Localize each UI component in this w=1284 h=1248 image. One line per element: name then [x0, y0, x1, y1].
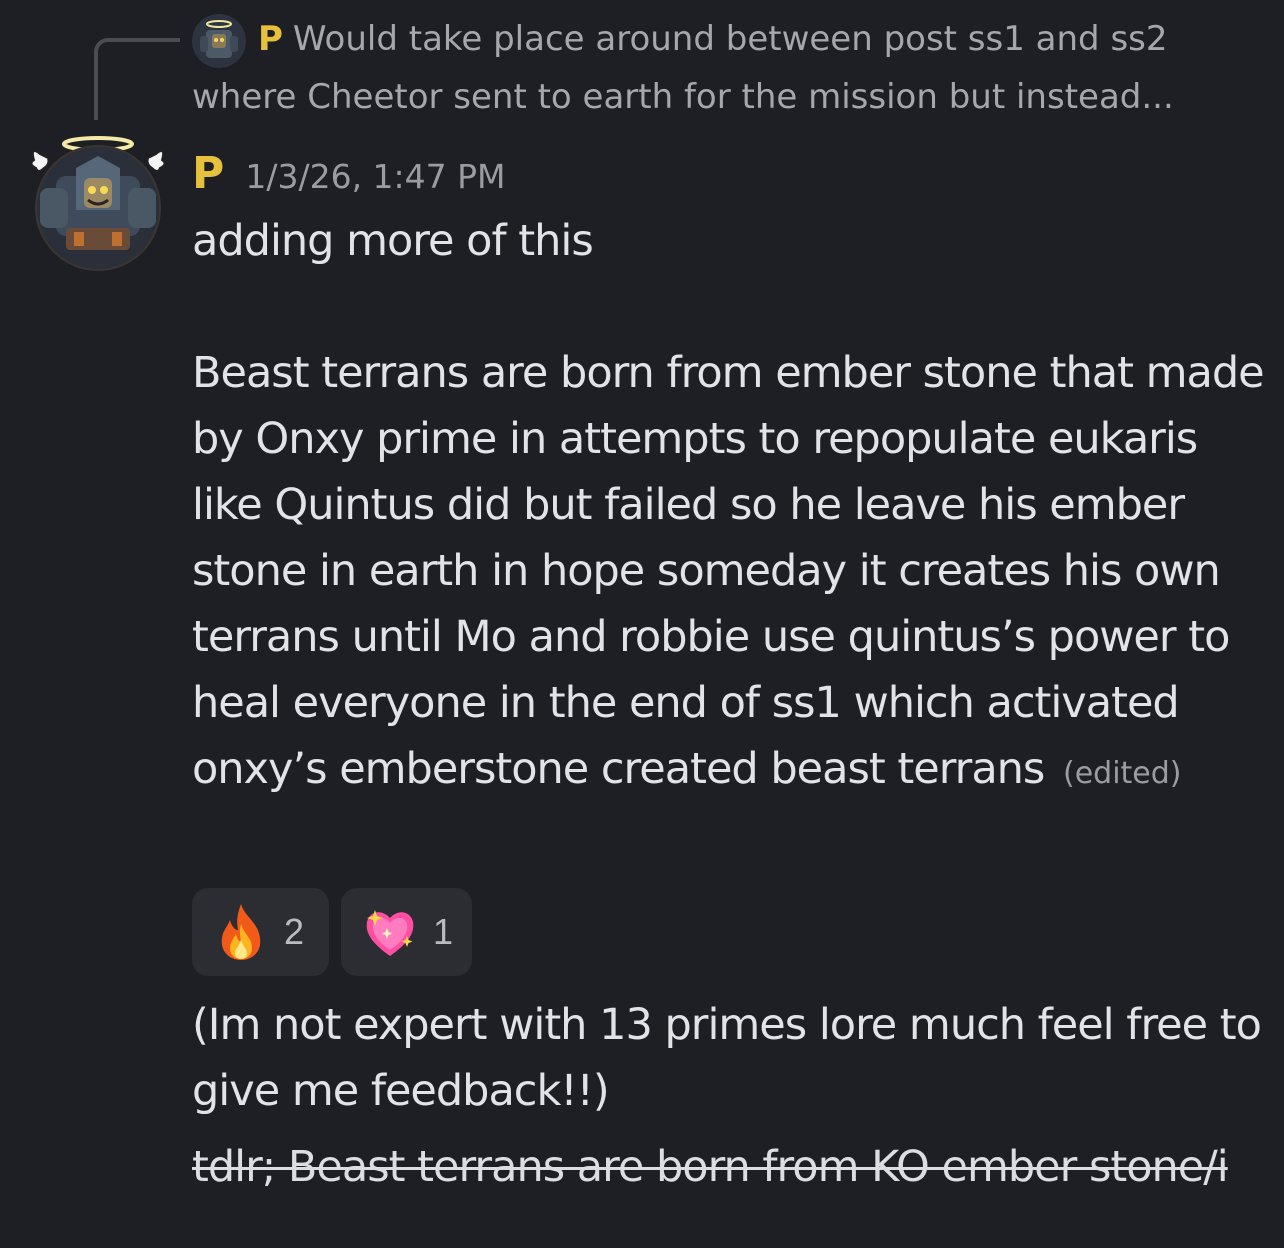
strikethrough-message: tdlr; Beast terrans are born from KO emb… [192, 1142, 1229, 1192]
sparkling-heart-icon [366, 910, 414, 956]
fire-emoji-icon [221, 904, 261, 960]
chat-view: P Would take place around between post ss… [0, 0, 1284, 1248]
reactions-bar: 2 1 [192, 888, 472, 976]
followup-message: (Im not expert with 13 primes lore much … [192, 1000, 1262, 1116]
edited-label: (edited) [1063, 756, 1182, 791]
message-line-1: adding more of this [192, 216, 594, 266]
reaction-heart-count: 1 [433, 911, 454, 952]
reply-connector-line [94, 38, 180, 120]
message-author[interactable]: P [192, 148, 224, 199]
author-avatar[interactable] [26, 132, 170, 272]
reaction-sparkling-heart[interactable]: 1 [341, 888, 472, 976]
reply-preview-text: Would take place around between post ss1… [292, 19, 1168, 59]
message-timestamp: 1/3/26, 1:47 PM [245, 157, 506, 196]
reaction-fire-count: 2 [284, 911, 305, 952]
message-body: Beast terrans are born from ember stone … [192, 340, 1272, 807]
reaction-fire[interactable]: 2 [192, 888, 329, 976]
reply-preview-line1: P Would take place around between post ss… [258, 18, 1168, 60]
reply-preview-line2: where Cheetor sent to earth for the miss… [192, 77, 1174, 117]
message-header: P 1/3/26, 1:47 PM [192, 148, 506, 200]
reply-avatar[interactable] [192, 14, 246, 68]
reply-author[interactable]: P [258, 19, 283, 59]
message-body-text: Beast terrans are born from ember stone … [192, 348, 1265, 794]
